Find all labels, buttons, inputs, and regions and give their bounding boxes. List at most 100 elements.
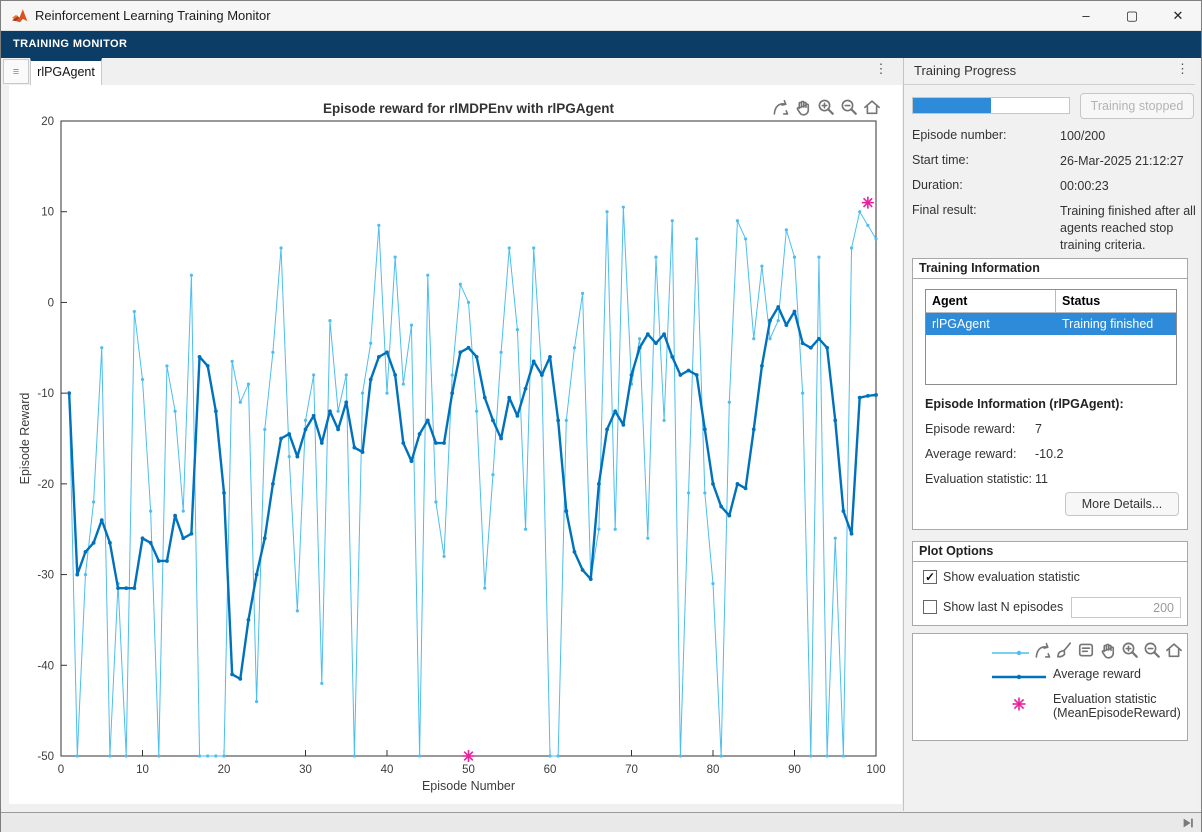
average-reward-legend-sample xyxy=(991,670,1047,688)
tab-grip-handle[interactable]: ≡ xyxy=(3,59,29,84)
brush-icon[interactable] xyxy=(1054,640,1074,660)
evaluation-statistic-legend-line2: (MeanEpisodeReward) xyxy=(1053,706,1181,720)
svg-text:20: 20 xyxy=(41,116,54,128)
pan-icon[interactable] xyxy=(1098,640,1118,660)
ribbon-tab-training-monitor[interactable]: TRAINING MONITOR xyxy=(13,31,127,58)
episode-information-title: Episode Information (rlPGAgent): xyxy=(925,397,1124,411)
episode-reward-value: 7 xyxy=(1035,422,1042,436)
svg-text:0: 0 xyxy=(48,297,54,309)
episode-number-value: 100/200 xyxy=(1060,128,1196,145)
table-row[interactable]: rlPGAgent Training finished xyxy=(926,313,1176,335)
tab-rlpgagent[interactable]: rlPGAgent xyxy=(30,58,102,85)
zoom-in-icon[interactable] xyxy=(1120,640,1140,660)
maximize-button[interactable]: ▢ xyxy=(1109,1,1155,31)
matlab-logo-icon xyxy=(11,7,29,25)
export-icon[interactable] xyxy=(770,97,790,117)
progress-fill xyxy=(913,98,991,113)
home-icon[interactable] xyxy=(862,97,882,117)
svg-text:20: 20 xyxy=(218,764,231,776)
svg-text:Episode Number: Episode Number xyxy=(422,779,515,793)
title-bar: Reinforcement Learning Training Monitor … xyxy=(1,1,1201,31)
zoom-in-icon[interactable] xyxy=(816,97,836,117)
table-header-row: Agent Status xyxy=(926,290,1176,313)
evaluation-statistic-label: Evaluation statistic: xyxy=(925,472,1032,486)
training-information-group: Training Information Agent Status rlPGAg… xyxy=(912,258,1188,530)
axes-toolbar xyxy=(770,97,882,117)
training-information-title: Training Information xyxy=(913,259,1187,279)
home-icon[interactable] xyxy=(1164,640,1184,660)
pan-icon[interactable] xyxy=(793,97,813,117)
svg-text:10: 10 xyxy=(136,764,149,776)
last-n-episodes-checkbox[interactable] xyxy=(923,600,937,614)
zoom-out-icon[interactable] xyxy=(839,97,859,117)
expand-statusbar-icon[interactable] xyxy=(1181,816,1195,830)
agent-status-table: Agent Status rlPGAgent Training finished xyxy=(925,289,1177,385)
legend-axes-toolbar xyxy=(1029,640,1184,660)
final-result-value: Training finished after all agents reach… xyxy=(1060,203,1196,254)
duration-label: Duration: xyxy=(912,178,1057,192)
evaluation-statistic-legend-sample xyxy=(1011,696,1027,717)
panel-options-ellipsis-icon[interactable]: ⋮ xyxy=(1176,61,1189,77)
zoom-out-icon[interactable] xyxy=(1142,640,1162,660)
svg-text:40: 40 xyxy=(381,764,394,776)
status-bar xyxy=(1,812,1201,832)
average-reward-row: Average reward: -10.2 xyxy=(925,447,1017,461)
duration-value: 00:00:23 xyxy=(1060,178,1196,195)
agent-column-header: Agent xyxy=(926,290,1056,313)
evaluation-statistic-checkbox[interactable]: ✓ xyxy=(923,570,937,584)
svg-text:100: 100 xyxy=(866,764,885,776)
svg-text:70: 70 xyxy=(625,764,638,776)
last-n-episodes-checkbox-label: Show last N episodes xyxy=(943,600,1063,614)
episode-reward-row: Episode reward: 7 xyxy=(925,422,1015,436)
average-reward-label: Average reward: xyxy=(925,447,1017,461)
app-window: Reinforcement Learning Training Monitor … xyxy=(0,0,1202,832)
reward-plot[interactable]: 0 10 20 30 40 50 60 70 80 90 100 -50 -40 -30 -20 -10 0 10… xyxy=(9,85,902,804)
status-column-header: Status xyxy=(1056,290,1176,313)
more-details-button[interactable]: More Details... xyxy=(1065,492,1179,516)
training-progress-panel: Training Progress ⋮ Training stopped Epi… xyxy=(903,58,1195,811)
svg-text:0: 0 xyxy=(58,764,64,776)
start-time-value: 26-Mar-2025 21:12:27 xyxy=(1060,153,1196,170)
svg-text:-20: -20 xyxy=(37,479,54,491)
show-evaluation-statistic-option[interactable]: ✓ Show evaluation statistic xyxy=(923,570,1080,584)
datatip-icon[interactable] xyxy=(1076,640,1096,660)
show-last-n-episodes-option[interactable]: Show last N episodes xyxy=(923,600,1063,614)
tab-options-ellipsis-icon[interactable]: ⋮ xyxy=(873,61,889,77)
svg-text:-10: -10 xyxy=(37,388,54,400)
svg-text:-30: -30 xyxy=(37,570,54,582)
plot-options-title: Plot Options xyxy=(913,542,1187,562)
close-button[interactable]: ✕ xyxy=(1155,1,1201,31)
episode-reward-label: Episode reward: xyxy=(925,422,1015,436)
last-n-episodes-input[interactable] xyxy=(1071,597,1181,618)
svg-text:-40: -40 xyxy=(37,660,54,672)
legend-box: Episode reward Average reward Evaluation… xyxy=(912,633,1188,741)
start-time-label: Start time: xyxy=(912,153,1057,167)
episode-number-label: Episode number: xyxy=(912,128,1057,142)
evaluation-statistic-value: 11 xyxy=(1035,472,1048,486)
evaluation-statistic-checkbox-label: Show evaluation statistic xyxy=(943,570,1080,584)
average-reward-value: -10.2 xyxy=(1035,447,1064,461)
window-title: Reinforcement Learning Training Monitor xyxy=(35,8,271,23)
export-icon[interactable] xyxy=(1032,640,1052,660)
status-cell: Training finished xyxy=(1056,313,1176,335)
plot-options-group: Plot Options ✓ Show evaluation statistic… xyxy=(912,541,1188,626)
svg-text:90: 90 xyxy=(788,764,801,776)
legend-entry-evaluation-statistic: Evaluation statistic (MeanEpisodeReward) xyxy=(1053,692,1181,720)
svg-text:50: 50 xyxy=(462,764,475,776)
svg-text:30: 30 xyxy=(299,764,312,776)
document-tab-strip: ≡ rlPGAgent ⋮ xyxy=(1,58,901,85)
svg-text:60: 60 xyxy=(544,764,557,776)
training-progress-bar xyxy=(912,97,1070,114)
evaluation-statistic-row: Evaluation statistic: 11 xyxy=(925,472,1032,486)
agent-cell: rlPGAgent xyxy=(926,313,1056,335)
chart-panel: Episode reward for rlMDPEnv with rlPGAge… xyxy=(9,85,902,804)
minimize-button[interactable]: – xyxy=(1063,1,1109,31)
svg-text:-50: -50 xyxy=(37,751,54,763)
svg-text:80: 80 xyxy=(707,764,720,776)
panel-header: Training Progress ⋮ xyxy=(904,58,1195,85)
training-stopped-button[interactable]: Training stopped xyxy=(1080,93,1194,119)
legend-entry-average-reward: Average reward xyxy=(1053,667,1141,681)
svg-text:Episode Reward: Episode Reward xyxy=(18,393,32,485)
svg-text:10: 10 xyxy=(41,207,54,219)
panel-title: Training Progress xyxy=(914,58,1016,84)
